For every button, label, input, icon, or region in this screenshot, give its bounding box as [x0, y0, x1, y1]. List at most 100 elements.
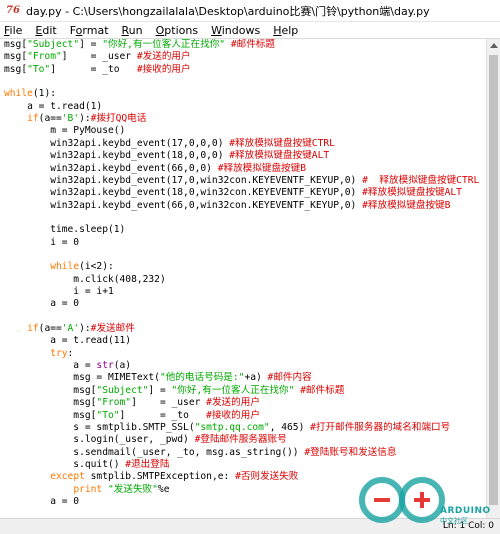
menu-help[interactable]: Help: [273, 24, 298, 37]
code-token: #退出登陆: [125, 458, 170, 470]
code-token: msg[: [4, 63, 28, 75]
code-token: %e: [157, 483, 170, 495]
menu-text: ptions: [164, 23, 199, 37]
code-token: "Subject": [96, 384, 149, 396]
code-token: :: [67, 347, 74, 359]
window-title: day.py - C:\Users\hongzailalala\Desktop\…: [26, 4, 430, 18]
code-token: #邮件标题: [225, 39, 275, 50]
code-token: "你好,有一位客人正在找你": [102, 39, 226, 50]
code-token: s.quit(): [4, 458, 126, 470]
code-line: msg["To"] = _to #接收的用户: [4, 410, 260, 422]
code-line: m = PyMouse(): [4, 125, 125, 137]
menu-windows[interactable]: Windows: [211, 24, 260, 37]
code-token: "Subject": [27, 39, 80, 50]
code-line: if(a=='A'):#发送邮件: [4, 323, 135, 335]
code-token: except: [50, 471, 85, 483]
code-line: m.click(408,232): [4, 273, 166, 286]
code-token: #邮件内容: [267, 372, 312, 384]
code-line: i = 0: [4, 237, 79, 249]
code-token: try: [50, 347, 68, 359]
code-line: msg["From"] = _user #发送的用户: [4, 51, 191, 63]
code-token: "你好,有一位客人正在找你": [171, 384, 295, 396]
code-token: if: [27, 113, 39, 125]
code-token: s.login(_user, _pwd): [4, 434, 195, 446]
code-token: #释放模拟键盘按键B: [362, 199, 451, 211]
code-line: time.sleep(1): [4, 224, 125, 236]
code-token: #发送的用户: [136, 51, 191, 63]
code-token: #拨打QQ电话: [90, 113, 147, 125]
code-token: a = t.read(11): [4, 335, 132, 347]
code-token: (a): [113, 360, 132, 372]
menu-edit[interactable]: Edit: [35, 24, 56, 37]
code-line: win32api.keybd_event(18,0,0,0) #释放模拟键盘按键…: [4, 150, 329, 162]
code-token: msg[: [4, 51, 28, 63]
code-token: "他的电话号码是:": [159, 372, 245, 384]
code-line: win32api.keybd_event(66,0,0) #释放模拟键盘按键B: [4, 163, 306, 175]
code-token: while: [4, 88, 33, 100]
code-line: a = t.read(11): [4, 335, 131, 347]
code-line: msg["Subject"] = "你好,有一位客人正在找你" #邮件标题: [4, 385, 344, 397]
code-line: win32api.keybd_event(18,0,win32con.KEYEV…: [4, 187, 462, 199]
code-token: print: [73, 483, 103, 495]
code-token: ] = _user: [61, 51, 137, 63]
code-token: ] = _to: [50, 63, 137, 75]
code-token: ] = _to: [119, 409, 207, 421]
idle-app-icon: 76: [6, 4, 20, 16]
menu-text: rmat: [82, 23, 109, 37]
watermark-brand: ARDUINO: [440, 506, 491, 516]
code-editor[interactable]: msg["Subject"] = "你好,有一位客人正在找你" #邮件标题 msg…: [0, 39, 486, 518]
code-line: while(i<2):: [4, 261, 114, 273]
code-line: msg["From"] = _user #发送的用户: [4, 397, 260, 409]
code-token: "To": [27, 63, 51, 75]
code-token: #接收的用户: [136, 63, 191, 75]
code-token: , 465): [269, 421, 311, 433]
code-token: #登陆邮件服务器账号: [194, 434, 287, 446]
code-token: ):: [79, 323, 91, 335]
code-token: "To": [96, 409, 120, 421]
code-line: a = 0: [4, 298, 79, 310]
code-token: #邮件标题: [294, 384, 345, 396]
code-token: ] = _user: [131, 397, 207, 409]
code-line: except smtplib.SMTPException,e: #否则发送失败: [4, 471, 298, 483]
code-token: "发送失败": [107, 483, 158, 495]
code-token: msg[: [4, 409, 97, 421]
code-token: (a==: [38, 323, 62, 335]
code-token: ):: [79, 113, 91, 125]
menu-text: elp: [281, 23, 299, 37]
code-line: win32api.keybd_event(17,0,0,0) #释放模拟键盘按键…: [4, 138, 335, 150]
code-token: s.sendmail(_user, _to, msg.as_string()): [4, 446, 305, 458]
code-token: a = 0: [4, 495, 80, 507]
menu-file[interactable]: File: [4, 24, 22, 37]
code-line: s.login(_user, _pwd) #登陆邮件服务器账号: [4, 434, 287, 446]
code-token: ] =: [79, 39, 103, 50]
menu-bar: File Edit Format Run Options Windows Help: [0, 22, 500, 39]
code-line: msg["Subject"] = "你好,有一位客人正在找你" #邮件标题: [4, 39, 275, 51]
code-token: #打开邮件服务器的域名和端口号: [310, 421, 451, 433]
menu-format[interactable]: Format: [70, 24, 109, 37]
code-token: m.click(408,232): [4, 273, 166, 285]
scroll-up-arrow-icon[interactable]: [490, 43, 498, 48]
code-token: #释放模拟键盘按键ALT: [229, 150, 330, 162]
vertical-scrollbar[interactable]: [486, 39, 500, 518]
menu-text: indows: [221, 23, 261, 37]
code-token: #否则发送失败: [235, 471, 299, 483]
code-token: "From": [27, 51, 62, 63]
code-token: msg[: [4, 39, 28, 50]
code-line: try:: [4, 348, 73, 360]
menu-text: un: [128, 23, 143, 37]
menu-run[interactable]: Run: [122, 24, 143, 37]
code-token: #发送邮件: [90, 323, 135, 335]
code-token: #释放模拟键盘按键ALT: [362, 187, 462, 199]
code-token: while: [50, 261, 80, 273]
code-token: win32api.keybd_event(66,0,win32con.KEYEV…: [4, 199, 363, 211]
menu-accelerator: R: [121, 23, 129, 37]
menu-options[interactable]: Options: [156, 24, 198, 37]
code-token: ] =: [148, 384, 172, 396]
code-token: m = PyMouse(): [4, 125, 126, 137]
code-line: msg = MIMEText("他的电话号码是:"+a) #邮件内容: [4, 372, 312, 384]
scrollbar-thumb[interactable]: [489, 55, 498, 505]
